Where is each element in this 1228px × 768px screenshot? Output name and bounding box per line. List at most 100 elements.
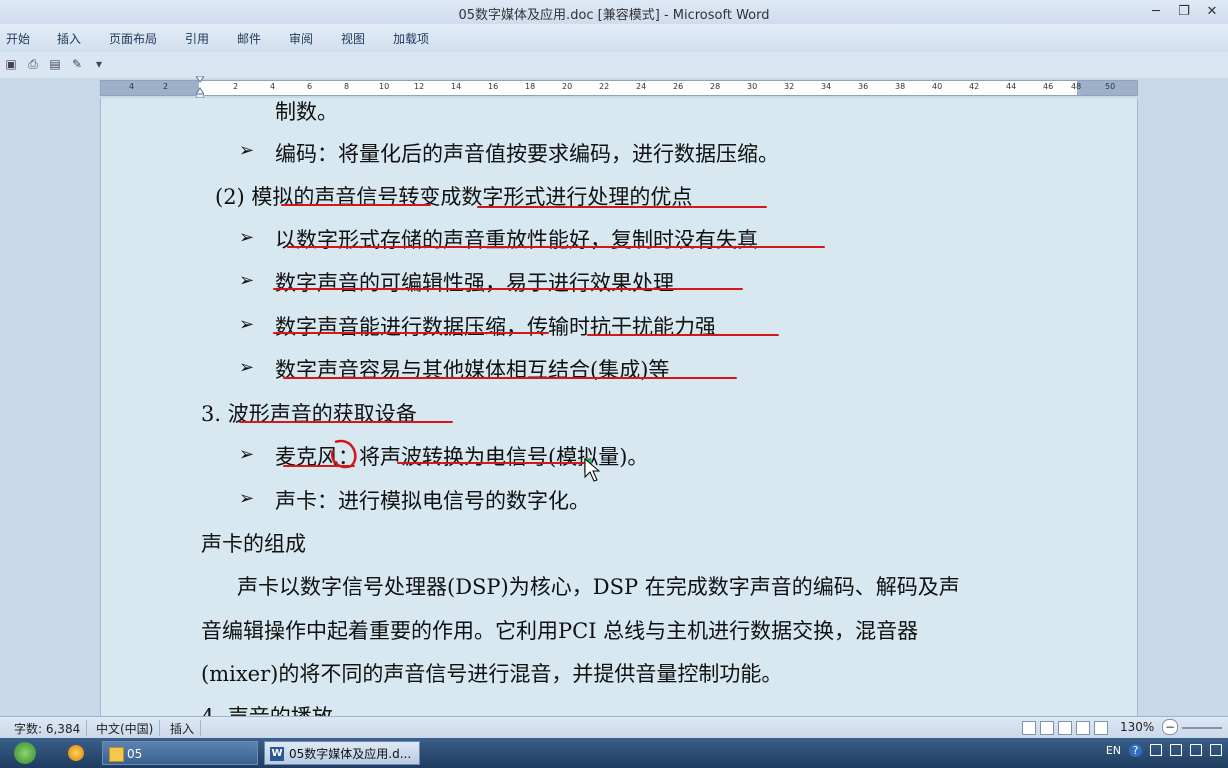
network-icon[interactable]	[1150, 744, 1162, 756]
volume-icon[interactable]	[1170, 744, 1182, 756]
ruler-number: 44	[1006, 82, 1017, 91]
ruler-number: 36	[858, 82, 869, 91]
zoom-level[interactable]: 130%	[1120, 720, 1154, 734]
bullet-icon: ➢	[239, 444, 255, 465]
indent-marker-icon[interactable]	[196, 76, 204, 98]
ruler-number: 34	[821, 82, 832, 91]
ruler-number: 18	[525, 82, 536, 91]
tab-mailings[interactable]: 邮件	[237, 30, 261, 47]
window-controls: ─ ❐ ✕	[1148, 4, 1220, 20]
annotation-underline	[273, 288, 743, 290]
tab-home[interactable]: 开始	[6, 30, 30, 47]
ruler-number: 28	[710, 82, 721, 91]
doc-line[interactable]: 制数。	[275, 98, 338, 126]
insert-mode[interactable]: 插入	[164, 720, 202, 736]
taskbar-item-word[interactable]: W 05数字媒体及应用.d...	[264, 741, 420, 765]
tab-addins[interactable]: 加载项	[393, 30, 429, 47]
help-icon[interactable]: ?	[1129, 744, 1142, 757]
ruler-number: 8	[344, 82, 350, 91]
word-count[interactable]: 字数: 6,384	[8, 720, 88, 736]
bullet-icon: ➢	[239, 488, 255, 509]
print-layout-view-icon[interactable]	[1022, 721, 1036, 735]
new-doc-icon[interactable]: ▤	[48, 57, 62, 71]
tab-page-layout[interactable]: 页面布局	[109, 30, 157, 47]
action-center-icon[interactable]	[1190, 744, 1202, 756]
minimize-button[interactable]: ─	[1148, 4, 1164, 20]
doc-paragraph-line[interactable]: 声卡以数字信号处理器(DSP)为核心，DSP 在完成数字声音的编码、解码及声	[237, 571, 960, 601]
ruler-number: 50	[1105, 82, 1116, 91]
annotation-circle	[330, 439, 357, 469]
draft-view-icon[interactable]	[1094, 721, 1108, 735]
ruler-number: 6	[307, 82, 313, 91]
window-title: 05数字媒体及应用.doc [兼容模式] - Microsoft Word	[458, 8, 770, 23]
annotation-underline	[397, 462, 587, 464]
web-layout-view-icon[interactable]	[1058, 721, 1072, 735]
annotation-underline	[281, 204, 431, 206]
doc-paragraph-line[interactable]: 音编辑操作中起着重要的作用。它利用PCI 总线与主机进行数据交换，混音器	[201, 615, 918, 645]
doc-line[interactable]: 以数字形式存储的声音重放性能好，复制时没有失真	[275, 224, 758, 254]
system-tray: EN ?	[1106, 744, 1222, 757]
mouse-cursor-icon	[584, 458, 601, 482]
taskbar-item-folder[interactable]: 05	[102, 741, 258, 765]
tab-view[interactable]: 视图	[341, 30, 365, 47]
taskbar-item-label: 05数字媒体及应用.d...	[289, 747, 412, 761]
edit-icon[interactable]: ✎	[70, 57, 84, 71]
doc-line[interactable]: 编码：将量化后的声音值按要求编码，进行数据压缩。	[275, 138, 779, 168]
ruler-number: 2	[233, 82, 239, 91]
save-icon[interactable]: ▣	[4, 57, 18, 71]
bullet-icon: ➢	[239, 227, 255, 248]
ruler-number: 30	[747, 82, 758, 91]
annotation-underline	[283, 377, 737, 379]
doc-heading[interactable]: 3. 波形声音的获取设备	[201, 398, 417, 428]
doc-line[interactable]: 声卡的组成	[201, 528, 306, 558]
ruler-left-margin	[101, 81, 199, 95]
tray-app-icon[interactable]	[1210, 744, 1222, 756]
doc-line[interactable]: 声卡：进行模拟电信号的数字化。	[275, 485, 590, 515]
status-bar: 字数: 6,384 中文(中国) 插入 130% −	[0, 716, 1228, 739]
bullet-icon: ➢	[239, 357, 255, 378]
horizontal-ruler[interactable]: 4 2 2 4 6 8 10 12 14 16 18 20 22 24 26 2…	[100, 80, 1138, 96]
doc-line[interactable]: 数字声音的可编辑性强，易于进行效果处理	[275, 267, 674, 297]
language-indicator[interactable]: 中文(中国)	[90, 720, 161, 736]
tab-review[interactable]: 审阅	[289, 30, 313, 47]
annotation-underline	[587, 334, 779, 336]
full-screen-view-icon[interactable]	[1040, 721, 1054, 735]
ruler-number: 24	[636, 82, 647, 91]
restore-button[interactable]: ❐	[1176, 4, 1192, 20]
ruler-number: 4	[270, 82, 276, 91]
doc-paragraph-line[interactable]: (mixer)的将不同的声音信号进行混音，并提供音量控制功能。	[201, 658, 782, 688]
annotation-underline	[477, 206, 767, 208]
ruler-number: 46	[1043, 82, 1054, 91]
title-bar: 05数字媒体及应用.doc [兼容模式] - Microsoft Word ─ …	[0, 0, 1228, 24]
doc-line[interactable]: 数字声音能进行数据压缩，传输时抗干扰能力强	[275, 311, 716, 341]
annotation-underline	[239, 421, 453, 423]
bullet-icon: ➢	[239, 314, 255, 335]
document-area: 制数。 ➢ 编码：将量化后的声音值按要求编码，进行数据压缩。 (2) 模拟的声音…	[0, 98, 1228, 716]
outline-view-icon[interactable]	[1076, 721, 1090, 735]
zoom-slider[interactable]	[1182, 727, 1222, 729]
ruler-number: 38	[895, 82, 906, 91]
ribbon-tabs: 开始 插入 页面布局 引用 邮件 审阅 视图 加载项	[0, 24, 1228, 53]
ruler-number: 20	[562, 82, 573, 91]
zoom-out-button[interactable]: −	[1162, 719, 1178, 735]
ruler-number: 42	[969, 82, 980, 91]
document-page[interactable]: 制数。 ➢ 编码：将量化后的声音值按要求编码，进行数据压缩。 (2) 模拟的声音…	[100, 98, 1138, 716]
folder-icon	[109, 747, 124, 762]
doc-line[interactable]: 数字声音容易与其他媒体相互结合(集成)等	[275, 354, 669, 384]
doc-heading[interactable]: 4. 声音的播放	[201, 701, 333, 716]
quick-access-toolbar: ▣ ⎙ ▤ ✎ ▾	[0, 52, 1228, 79]
tab-references[interactable]: 引用	[185, 30, 209, 47]
taskbar: 05 W 05数字媒体及应用.d... EN ?	[0, 738, 1228, 768]
language-bar[interactable]: EN	[1106, 744, 1121, 757]
tab-insert[interactable]: 插入	[57, 30, 81, 47]
ruler-number: 22	[599, 82, 610, 91]
ruler-number: 12	[414, 82, 425, 91]
print-icon[interactable]: ⎙	[26, 57, 40, 71]
close-button[interactable]: ✕	[1204, 4, 1220, 20]
browser-icon[interactable]	[68, 745, 84, 761]
taskbar-item-label: 05	[127, 747, 143, 761]
dropdown-icon[interactable]: ▾	[92, 57, 106, 71]
ruler-number: 10	[379, 82, 390, 91]
ruler-number: 16	[488, 82, 499, 91]
start-button[interactable]	[14, 742, 36, 764]
